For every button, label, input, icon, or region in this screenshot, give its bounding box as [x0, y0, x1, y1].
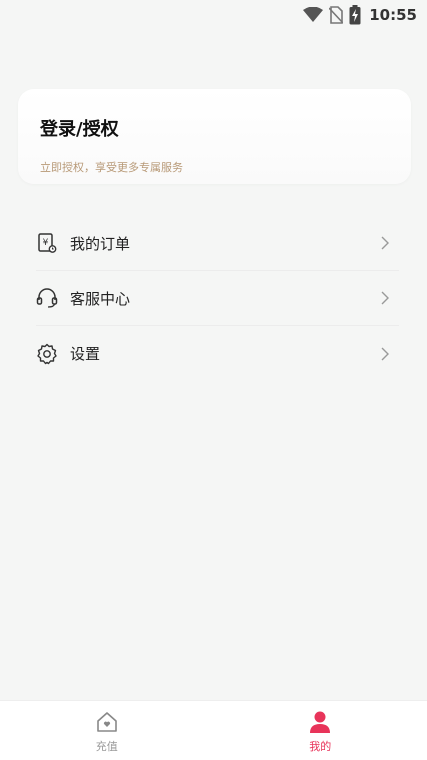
wifi-icon [303, 7, 324, 23]
nav-item-recharge[interactable]: 充值 [0, 701, 214, 760]
app-screen: 10:55 登录/授权 立即授权，享受更多专属服务 ¥ 我的订单 客服中心 设置… [0, 0, 427, 760]
svg-text:¥: ¥ [43, 238, 49, 248]
nav-label-recharge: 充值 [95, 739, 118, 753]
status-time: 10:55 [369, 6, 417, 24]
home-heart-icon [95, 708, 119, 734]
nav-label-mine: 我的 [309, 739, 332, 753]
menu-item-label: 设置 [70, 345, 101, 363]
user-icon [309, 708, 331, 734]
menu-item-orders[interactable]: ¥ 我的订单 [36, 216, 399, 271]
menu-item-settings[interactable]: 设置 [36, 326, 399, 381]
login-title[interactable]: 登录/授权 [40, 115, 119, 141]
status-bar: 10:55 [0, 0, 427, 30]
menu-item-customer-service[interactable]: 客服中心 [36, 271, 399, 326]
order-receipt-icon: ¥ [36, 232, 58, 254]
chevron-right-icon [381, 236, 389, 250]
chevron-right-icon [381, 291, 389, 305]
login-card[interactable]: 登录/授权 立即授权，享受更多专属服务 [18, 89, 411, 184]
login-subtitle: 立即授权，享受更多专属服务 [40, 161, 183, 174]
bottom-nav: 充值 我的 [0, 700, 427, 760]
menu-item-label: 客服中心 [70, 289, 131, 308]
chevron-right-icon [381, 347, 389, 361]
gear-icon [36, 343, 58, 365]
headset-icon [36, 287, 58, 309]
nav-item-mine[interactable]: 我的 [214, 701, 427, 760]
no-sim-icon [329, 6, 344, 24]
menu-item-label: 我的订单 [70, 234, 131, 253]
menu-list: ¥ 我的订单 客服中心 设置 [36, 216, 399, 381]
battery-charging-icon [349, 5, 361, 25]
